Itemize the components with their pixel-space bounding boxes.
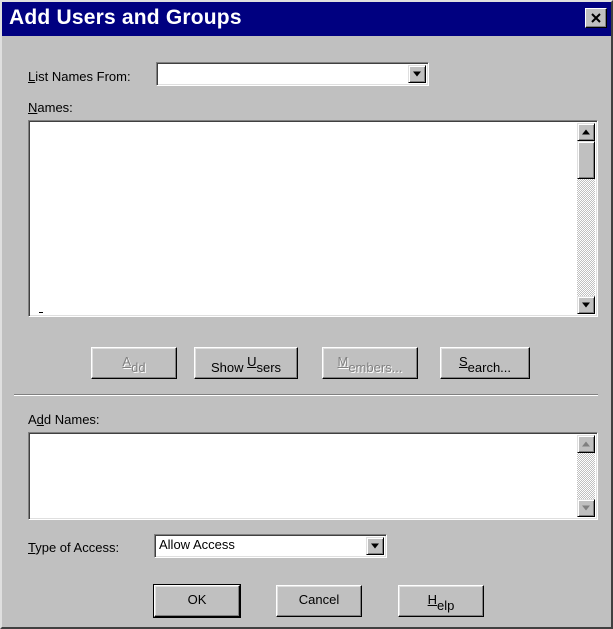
- search-button[interactable]: Search...: [440, 347, 530, 379]
- separator: [14, 394, 598, 396]
- title-bar[interactable]: Add Users and Groups: [2, 2, 611, 36]
- names-listbox[interactable]: [28, 120, 598, 317]
- list-names-from-combobox[interactable]: [156, 62, 429, 86]
- list-caret: [39, 312, 43, 313]
- add-users-and-groups-dialog: Add Users and Groups List Names From: Na…: [0, 0, 613, 629]
- chevron-down-icon: [371, 543, 379, 549]
- names-scroll-down-button[interactable]: [577, 296, 595, 314]
- chevron-down-icon: [413, 71, 421, 77]
- type-of-access-combobox[interactable]: Allow Access: [154, 534, 387, 558]
- arrow-up-icon: [582, 441, 590, 447]
- close-button[interactable]: [585, 8, 607, 28]
- add-names-scroll-up-button[interactable]: [577, 435, 595, 453]
- add-names-scrollbar[interactable]: [577, 435, 595, 517]
- close-icon: [591, 13, 601, 23]
- window-title: Add Users and Groups: [9, 6, 242, 29]
- names-scroll-up-button[interactable]: [577, 123, 595, 141]
- add-button[interactable]: Add: [91, 347, 177, 379]
- show-users-button[interactable]: Show Users: [194, 347, 298, 379]
- names-scroll-thumb[interactable]: [577, 141, 595, 179]
- arrow-down-icon: [582, 302, 590, 308]
- add-names-textbox[interactable]: [28, 432, 598, 520]
- arrow-down-icon: [582, 505, 590, 511]
- ok-button[interactable]: OK: [153, 584, 241, 618]
- list-names-from-dropdown-button[interactable]: [408, 65, 426, 83]
- type-of-access-value: Allow Access: [159, 537, 235, 552]
- help-button[interactable]: Help: [398, 585, 484, 617]
- type-of-access-dropdown-button[interactable]: [366, 537, 384, 555]
- members-button[interactable]: Members...: [322, 347, 418, 379]
- list-names-from-label: List Names From:: [28, 69, 131, 84]
- add-names-label: Add Names:: [28, 412, 100, 427]
- arrow-up-icon: [582, 129, 590, 135]
- names-scrollbar[interactable]: [577, 123, 595, 314]
- add-names-scroll-down-button[interactable]: [577, 499, 595, 517]
- type-of-access-label: Type of Access:: [28, 540, 120, 555]
- cancel-button[interactable]: Cancel: [276, 585, 362, 617]
- names-label: Names:: [28, 100, 73, 115]
